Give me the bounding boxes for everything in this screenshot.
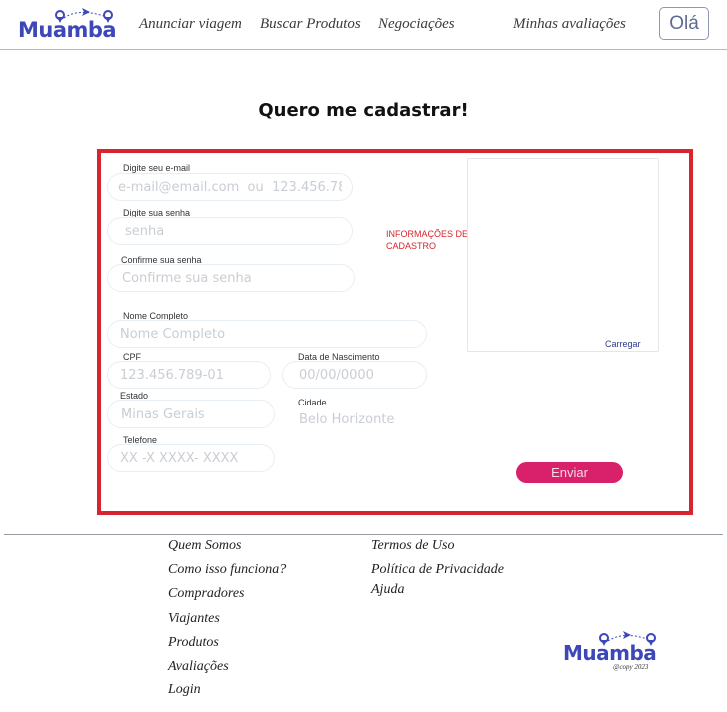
page-title: Quero me cadastrar! xyxy=(258,100,469,121)
email-field[interactable] xyxy=(107,173,353,201)
nav-negociacoes[interactable]: Negociações xyxy=(378,16,455,33)
footer-link-viajantes[interactable]: Viajantes xyxy=(168,611,220,627)
footer-link-login[interactable]: Login xyxy=(168,682,201,698)
footer-link-avaliacoes[interactable]: Avaliações xyxy=(168,659,229,675)
phone-field[interactable] xyxy=(107,444,275,472)
upload-button[interactable]: Carregar xyxy=(605,339,641,349)
photo-upload-area[interactable] xyxy=(467,158,659,352)
brand-logo[interactable]: Muamba xyxy=(18,6,118,44)
footer-link-produtos[interactable]: Produtos xyxy=(168,635,219,651)
footer-divider xyxy=(4,534,723,535)
birth-date-field[interactable] xyxy=(282,361,427,389)
confirm-password-field[interactable] xyxy=(107,264,355,292)
footer-copyright: @copy 2023 xyxy=(613,663,649,671)
nav-minhas-avaliacoes[interactable]: Minhas avaliações xyxy=(513,16,626,33)
brand-name: Muamba xyxy=(18,18,117,42)
state-field[interactable] xyxy=(107,400,275,428)
top-header: Muamba Anunciar viagem Buscar Produtos N… xyxy=(0,0,727,50)
footer-link-quem-somos[interactable]: Quem Somos xyxy=(168,538,242,554)
footer-brand-name: Muamba xyxy=(563,641,657,665)
password-field[interactable] xyxy=(107,217,353,245)
footer-link-ajuda[interactable]: Ajuda xyxy=(371,582,404,598)
full-name-field[interactable] xyxy=(107,320,427,348)
nav-buscar-produtos[interactable]: Buscar Produtos xyxy=(260,16,361,33)
footer-brand-logo: Muamba @copy 2023 xyxy=(561,629,661,673)
footer-link-termos[interactable]: Termos de Uso xyxy=(371,538,455,554)
footer-link-como-funciona[interactable]: Como isso funciona? xyxy=(168,562,286,578)
registration-info-note: INFORMAÇÕES DE CADASTRO xyxy=(386,229,469,251)
nav-anunciar-viagem[interactable]: Anunciar viagem xyxy=(139,16,242,33)
city-field[interactable] xyxy=(287,405,427,433)
footer-link-privacidade[interactable]: Política de Privacidade xyxy=(371,562,504,578)
footer-link-compradores[interactable]: Compradores xyxy=(168,586,245,602)
cpf-field[interactable] xyxy=(107,361,271,389)
user-greeting-button[interactable]: Olá xyxy=(659,7,709,40)
email-label: Digite seu e-mail xyxy=(123,163,191,173)
submit-button[interactable]: Enviar xyxy=(516,462,623,483)
